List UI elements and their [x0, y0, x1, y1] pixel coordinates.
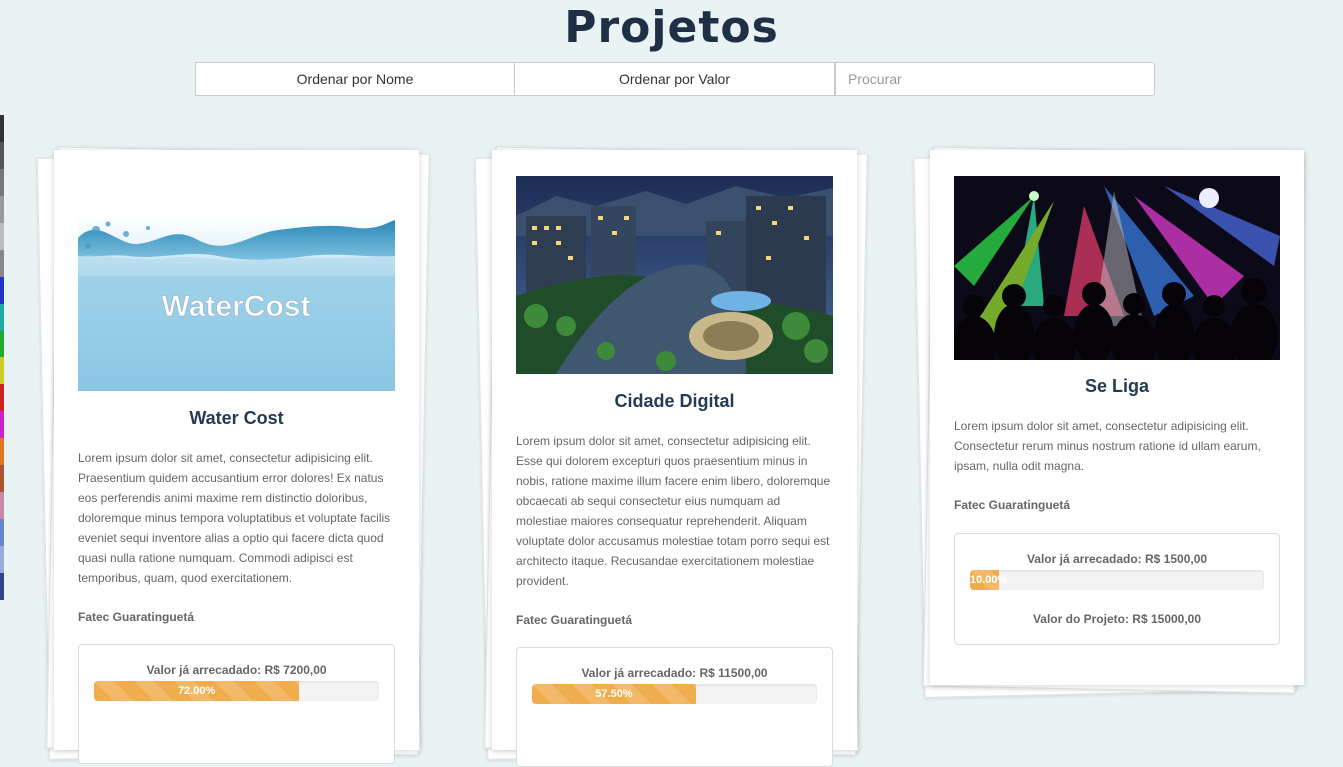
project-card[interactable]: WaterCost Water Cost Lorem ipsum dolor s… — [54, 150, 419, 764]
project-description: Lorem ipsum dolor sit amet, consectetur … — [78, 451, 391, 585]
toolbar: Ordenar por Nome Ordenar por Valor — [195, 62, 1155, 96]
project-card[interactable]: Cidade Digital Lorem ipsum dolor sit ame… — [492, 150, 857, 767]
progress-bar: 57.50% — [532, 684, 817, 704]
raised-amount: Valor já arrecadado: R$ 1500,00 — [1026, 552, 1208, 566]
sort-by-name-button[interactable]: Ordenar por Nome — [195, 62, 515, 96]
water-cost-logo-text: WaterCost — [162, 290, 311, 323]
progress-bar: 72.00% — [94, 681, 379, 701]
project-goal: Valor do Projeto: R$ 15000,00 — [1032, 612, 1202, 626]
project-title: Water Cost — [189, 408, 284, 428]
funding-panel: Valor já arrecadado: R$ 7200,00 72.00% — [78, 644, 395, 764]
project-organization: Fatec Guaratinguetá — [954, 498, 1071, 512]
left-edge-color-strip — [0, 115, 4, 600]
raised-amount: Valor já arrecadado: R$ 11500,00 — [581, 666, 768, 680]
progress-fill: 57.50% — [532, 684, 696, 704]
search-input[interactable] — [835, 62, 1155, 96]
concert-lights-image — [954, 176, 1280, 360]
project-card[interactable]: Se Liga Lorem ipsum dolor sit amet, cons… — [930, 150, 1304, 685]
water-splash-image: WaterCost — [78, 216, 395, 391]
project-card-se-liga: Se Liga Lorem ipsum dolor sit amet, cons… — [913, 142, 1311, 702]
page-title: Projetos — [564, 2, 779, 53]
sort-by-value-button[interactable]: Ordenar por Valor — [515, 62, 835, 96]
project-description: Lorem ipsum dolor sit amet, consectetur … — [516, 434, 831, 588]
project-card-cidade-digital: Cidade Digital Lorem ipsum dolor sit ame… — [474, 142, 873, 767]
progress-bar: 10.00% — [970, 570, 1264, 590]
project-organization: Fatec Guaratinguetá — [516, 613, 633, 627]
project-title: Se Liga — [1084, 376, 1150, 396]
project-card-water-cost: WaterCost Water Cost Lorem ipsum dolor s… — [36, 142, 435, 764]
funding-panel: Valor já arrecadado: R$ 1500,00 10.00% V… — [954, 533, 1280, 645]
project-organization: Fatec Guaratinguetá — [78, 610, 195, 624]
night-city-image — [516, 176, 833, 374]
project-description: Lorem ipsum dolor sit amet, consectetur … — [954, 419, 1261, 473]
project-title: Cidade Digital — [614, 391, 735, 411]
progress-fill: 72.00% — [94, 681, 300, 701]
funding-panel: Valor já arrecadado: R$ 11500,00 57.50% — [516, 647, 833, 767]
progress-fill: 10.00% — [970, 570, 1007, 590]
raised-amount: Valor já arrecadado: R$ 7200,00 — [146, 663, 327, 677]
